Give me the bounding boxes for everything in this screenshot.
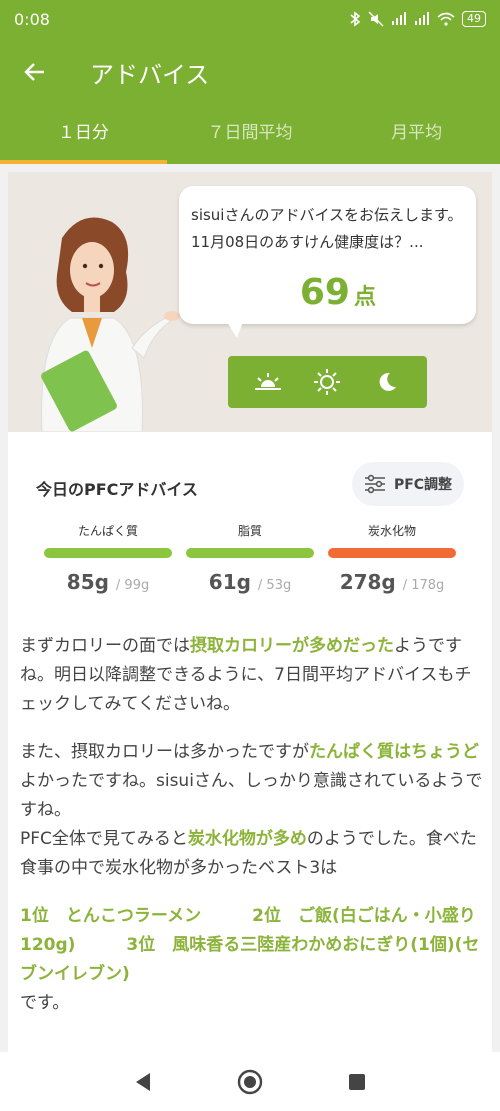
status-icons: 49 (349, 11, 486, 27)
pfc-adjust-label: PFC調整 (393, 477, 453, 493)
pfc-amount-fat: 61g (208, 570, 251, 594)
sun-icon (314, 369, 341, 395)
sunrise-button[interactable] (248, 362, 288, 402)
mute-icon (368, 11, 384, 27)
pfc-value-protein: 85g / 99g (44, 570, 172, 594)
pfc-target-fat: / 53g (257, 578, 292, 593)
pfc-title: 今日のPFCアドバイス (36, 480, 198, 499)
pfc-protein: たんぱく質 85g / 99g (44, 522, 172, 602)
tab-7day-average[interactable]: ７日間平均 (167, 106, 334, 164)
pfc-header: 今日のPFCアドバイス PFC調整 (8, 462, 492, 512)
pfc-target-protein: / 99g (115, 578, 150, 593)
advice-ending: です。 (20, 993, 70, 1013)
advice-text: PFC全体で見てみると (20, 829, 188, 849)
advice-paragraph-calorie: まずカロリーの面では摂取カロリーが多めだったようですね。明日以降調整できるように… (20, 632, 484, 719)
signal-icon (392, 12, 406, 25)
status-time: 0:08 (14, 9, 50, 29)
app-bar: アドバイス (0, 38, 500, 106)
health-score: 69 点 (300, 272, 376, 313)
pfc-fat: 脂質 61g / 53g (186, 522, 314, 602)
sliders-icon (364, 474, 385, 494)
arrow-left-icon (24, 63, 44, 81)
advice-card: sisuiさんのアドバイスをお伝えします。11月08日のあすけん健康度は？...… (8, 172, 492, 1062)
bluetooth-icon (350, 11, 361, 27)
pfc-adjust-button[interactable]: PFC調整 (352, 462, 464, 506)
status-bar: 0:08 49 (0, 0, 500, 38)
meal-time-selector (228, 356, 427, 408)
pfc-label-protein: たんぱく質 (77, 524, 138, 538)
nav-recents-button[interactable] (337, 1062, 377, 1102)
pfc-label-fat: 脂質 (237, 524, 262, 538)
signal-icon-2 (415, 12, 429, 25)
pfc-carbohydrate: 炭水化物 278g / 178g (328, 522, 456, 602)
advice-intro-text: sisuiさんのアドバイスをお伝えします。11月08日のあすけん健康度は？... (191, 206, 463, 251)
circle-home-icon (237, 1069, 263, 1094)
advice-text: よかったですね。sisuiさん、しっかり意識されているようですね。 (20, 771, 483, 820)
pfc-bar-carbohydrate (328, 548, 456, 558)
pfc-balance: たんぱく質 85g / 99g 脂質 61g / 53g 炭水化物 278g /… (44, 522, 456, 602)
tab-daily[interactable]: １日分 (0, 106, 167, 164)
advice-text: また、摂取カロリーは多かったですが (20, 742, 309, 762)
pfc-value-carbohydrate: 278g / 178g (328, 570, 456, 594)
advice-speech-bubble: sisuiさんのアドバイスをお伝えします。11月08日のあすけん健康度は？...… (179, 186, 476, 338)
pfc-target-carbohydrate: / 178g (402, 578, 445, 593)
pfc-label-carbohydrate: 炭水化物 (367, 524, 416, 538)
health-score-value: 69 (299, 272, 350, 313)
period-tabs: １日分 ７日間平均 月平均 (0, 106, 500, 164)
pfc-amount-carbohydrate: 278g (339, 570, 396, 594)
health-score-unit: 点 (353, 285, 376, 310)
battery-icon: 49 (462, 11, 486, 27)
advice-highlight: たんぱく質はちょうど (309, 742, 479, 762)
advisor-illustration (41, 217, 180, 432)
carb-ranking-list: 1位 とんこつラーメン 2位 ご飯(白ごはん・小盛り120g) 3位 風味香る三… (20, 906, 480, 984)
nav-home-button[interactable] (230, 1062, 270, 1102)
nav-back-button[interactable] (123, 1062, 163, 1102)
pfc-bar-fat (186, 548, 314, 558)
moon-button[interactable] (367, 362, 407, 402)
system-nav-bar (0, 1052, 500, 1111)
advice-body: まずカロリーの面では摂取カロリーが多めだったようですね。明日以降調整できるように… (20, 632, 484, 1018)
sun-button[interactable] (307, 362, 347, 402)
pfc-bar-protein (44, 548, 172, 558)
advice-paragraph-pfc: また、摂取カロリーは多かったですがたんぱく質はちょうどよかったですね。sisui… (20, 738, 484, 883)
advice-highlight: 摂取カロリーが多めだった (190, 636, 394, 656)
square-recents-icon (348, 1073, 365, 1090)
back-button[interactable] (0, 38, 70, 106)
sunrise-icon (254, 373, 281, 390)
advice-text: まずカロリーの面では (20, 636, 190, 656)
advice-highlight: 炭水化物が多め (187, 829, 307, 849)
moon-icon (379, 372, 397, 391)
pfc-amount-protein: 85g (66, 570, 109, 594)
triangle-back-icon (136, 1072, 151, 1091)
page-title: アドバイス (90, 60, 210, 89)
wifi-icon (437, 12, 455, 26)
advisor-hero: sisuiさんのアドバイスをお伝えします。11月08日のあすけん健康度は？...… (8, 172, 492, 432)
pfc-value-fat: 61g / 53g (186, 570, 314, 594)
tab-monthly-average[interactable]: 月平均 (333, 106, 500, 164)
